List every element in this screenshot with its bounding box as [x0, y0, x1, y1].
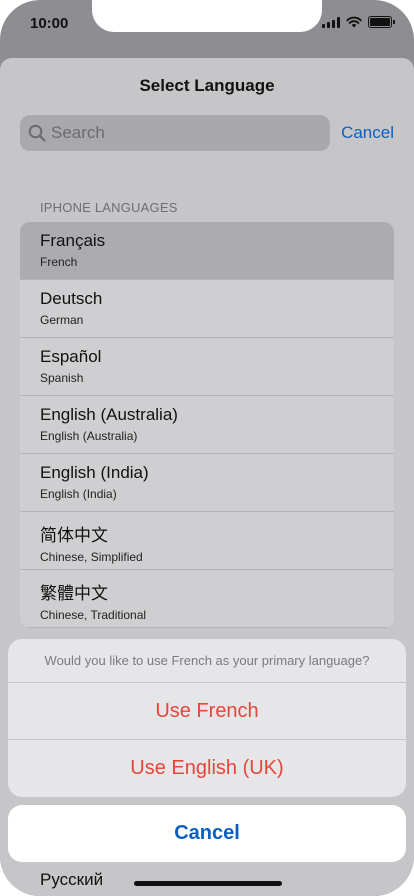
language-native-name: 繁體中文: [40, 584, 108, 603]
list-item[interactable]: Español Spanish: [20, 338, 394, 396]
language-native-name: Español: [40, 347, 102, 366]
wifi-icon: [346, 16, 362, 28]
cellular-signal-icon: [322, 16, 340, 28]
language-native-name: Deutsch: [40, 289, 103, 308]
use-english-uk-button[interactable]: Use English (UK): [8, 740, 406, 797]
language-english-name: English (Australia): [40, 429, 138, 443]
status-icons: [322, 16, 395, 28]
section-header: IPHONE LANGUAGES: [40, 200, 178, 215]
use-french-button[interactable]: Use French: [8, 683, 406, 740]
language-english-name: Spanish: [40, 371, 84, 385]
sheet-title: Select Language: [139, 76, 275, 95]
list-item-partial[interactable]: Русский: [20, 862, 394, 896]
language-english-name: German: [40, 313, 84, 327]
notch: [92, 0, 322, 32]
list-item[interactable]: Français French: [20, 222, 394, 280]
language-english-name: French: [40, 255, 78, 269]
list-item[interactable]: Deutsch German: [20, 280, 394, 338]
language-native-name: English (India): [40, 463, 149, 482]
language-native-name: Русский: [40, 870, 104, 889]
search-field[interactable]: [20, 115, 330, 151]
language-native-name: English (Australia): [40, 405, 178, 424]
language-native-name: Français: [40, 231, 106, 250]
search-input[interactable]: [51, 123, 311, 143]
language-list: Français French Deutsch German Español Spanis…: [20, 222, 394, 628]
status-time: 10:00: [30, 15, 69, 32]
battery-icon: [368, 16, 395, 28]
action-sheet: Would you like to use French as your pri…: [8, 639, 406, 797]
search-icon: [28, 124, 46, 142]
action-sheet-message: Would you like to use French as your pri…: [8, 639, 406, 683]
action-sheet-cancel-button[interactable]: Cancel: [8, 805, 406, 862]
search-cancel-button[interactable]: Cancel: [341, 123, 394, 143]
list-item[interactable]: English (India) English (India): [20, 454, 394, 512]
list-item[interactable]: English (Australia) English (Australia): [20, 396, 394, 454]
list-item[interactable]: 繁體中文 Chinese, Traditional: [20, 570, 394, 628]
device-screen: 10:00 Select Language Cancel IPHONE LANG…: [0, 0, 414, 896]
list-item[interactable]: 简体中文 Chinese, Simplified: [20, 512, 394, 570]
language-english-name: Chinese, Simplified: [40, 550, 143, 564]
language-english-name: Chinese, Traditional: [40, 608, 147, 622]
language-native-name: 简体中文: [40, 526, 108, 545]
home-indicator[interactable]: [134, 881, 282, 886]
language-english-name: English (India): [40, 487, 117, 501]
